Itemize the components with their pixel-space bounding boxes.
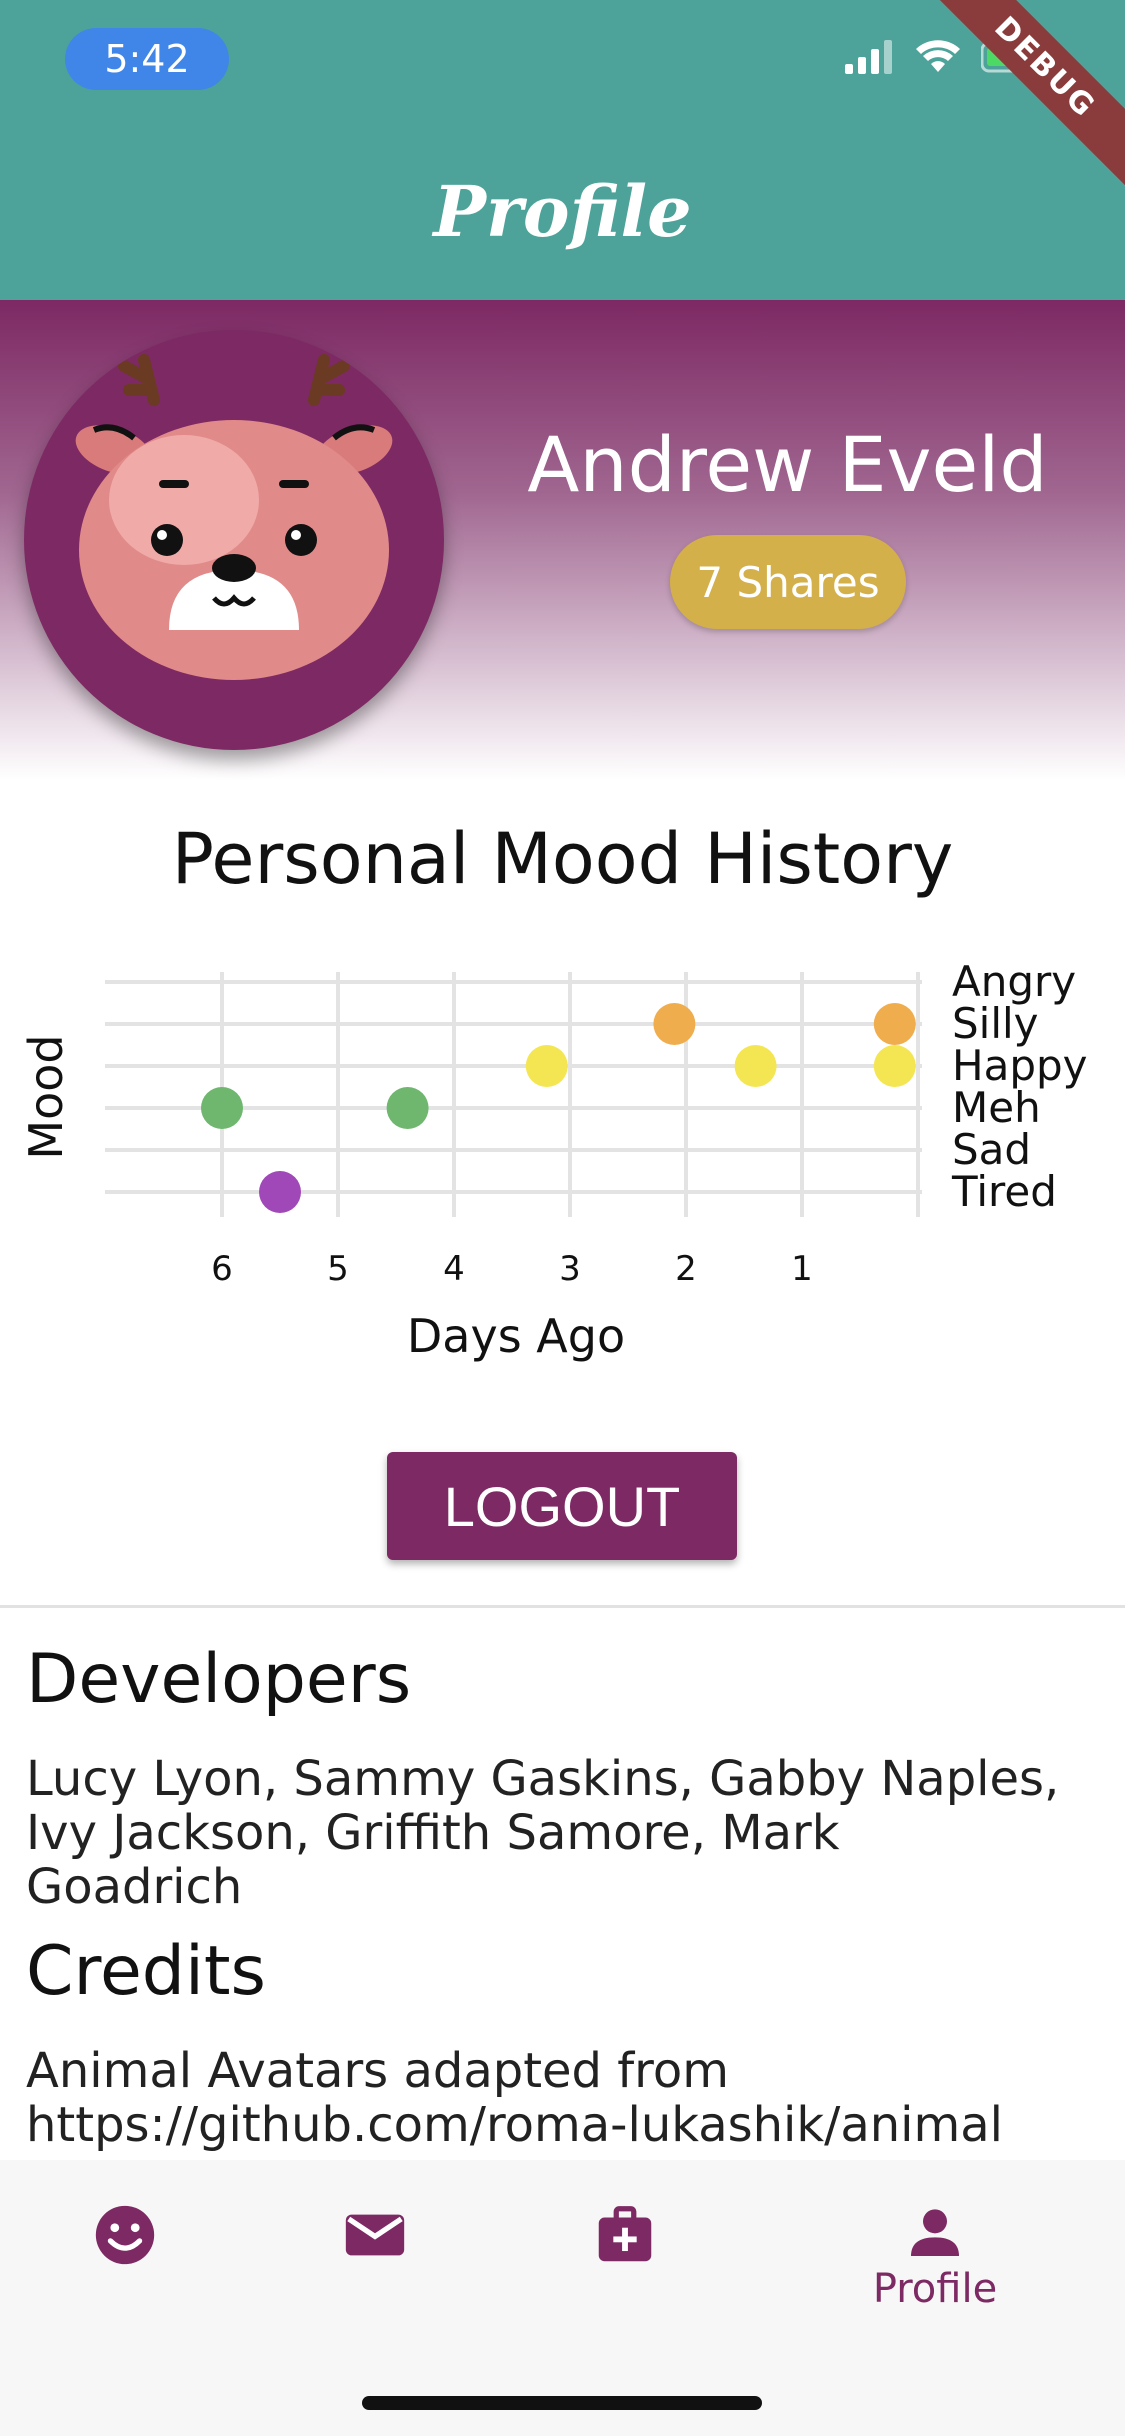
x-tick-label: 4 <box>443 1249 465 1289</box>
developers-heading: Developers <box>26 1640 412 1719</box>
developers-line: Goadrich <box>26 1859 243 1915</box>
developers-line: Lucy Lyon, Sammy Gaskins, Gabby Naples, <box>26 1751 1060 1807</box>
data-point <box>386 1087 429 1129</box>
nav-mood[interactable] <box>45 2200 205 2320</box>
x-axis-label: Days Ago <box>407 1309 625 1363</box>
logout-button[interactable]: LOGOUT <box>387 1452 737 1560</box>
chart-title: Personal Mood History <box>171 818 954 900</box>
data-point <box>653 1003 696 1045</box>
wifi-icon <box>916 40 960 72</box>
app-bar: 5:42 DEBUG Profile <box>0 0 1125 300</box>
data-point <box>201 1087 243 1129</box>
developers-list: Lucy Lyon, Sammy Gaskins, Gabby Naples, … <box>26 1752 1106 1914</box>
nav-profile[interactable]: Profile <box>855 2200 1015 2320</box>
x-tick-label: 3 <box>559 1249 581 1289</box>
credits-text: Animal Avatars adapted from https://gith… <box>26 2044 1106 2152</box>
user-name: Andrew Eveld <box>527 420 1048 509</box>
app-bar-title: Profile <box>433 170 692 253</box>
nav-messages[interactable] <box>295 2200 455 2320</box>
mood-history-chart: TiredSadMehHappySillyAngry 6 5 4 3 2 1 Days Ago… <box>19 957 1088 1363</box>
nav-profile-label: Profile <box>872 2266 998 2312</box>
nav-resources[interactable] <box>545 2200 705 2320</box>
credits-line: Animal Avatars adapted from <box>26 2044 729 2099</box>
signal-icon <box>845 40 892 74</box>
status-time: 5:42 <box>65 28 229 90</box>
x-tick-label: 2 <box>675 1249 697 1289</box>
mail-icon <box>345 2214 405 2256</box>
y-axis-label: Mood <box>19 1034 73 1159</box>
profile-header: Andrew Eveld 7 Shares <box>0 300 1125 780</box>
data-point <box>873 1045 916 1087</box>
x-tick-label: 5 <box>327 1249 349 1289</box>
credits-heading: Credits <box>26 1932 266 2011</box>
y-category-label: Meh <box>952 1083 1041 1132</box>
y-category-label: Angry <box>952 957 1076 1006</box>
bottom-navigation: Profile <box>0 2160 1125 2436</box>
data-point <box>734 1045 777 1087</box>
developers-line: Ivy Jackson, Griffith Samore, Mark <box>26 1805 840 1861</box>
smiley-icon <box>95 2205 155 2265</box>
first-aid-kit-icon <box>598 2206 652 2262</box>
person-icon <box>911 2209 959 2256</box>
data-point <box>525 1045 568 1087</box>
y-category-label: Silly <box>952 999 1039 1048</box>
shares-badge: 7 Shares <box>670 535 906 629</box>
y-category-label: Tired <box>951 1167 1057 1216</box>
divider <box>0 1605 1125 1608</box>
credits-line: https://github.com/roma-lukashik/animal <box>26 2097 1004 2152</box>
y-category-label: Sad <box>952 1125 1031 1174</box>
y-category-label: Happy <box>952 1041 1088 1090</box>
deer-avatar-icon <box>24 330 444 750</box>
x-tick-label: 6 <box>211 1249 233 1289</box>
x-tick-label: 1 <box>791 1249 813 1289</box>
data-point <box>873 1003 916 1045</box>
debug-banner: DEBUG <box>919 0 1125 193</box>
home-indicator <box>362 2396 762 2410</box>
data-point <box>259 1171 301 1213</box>
